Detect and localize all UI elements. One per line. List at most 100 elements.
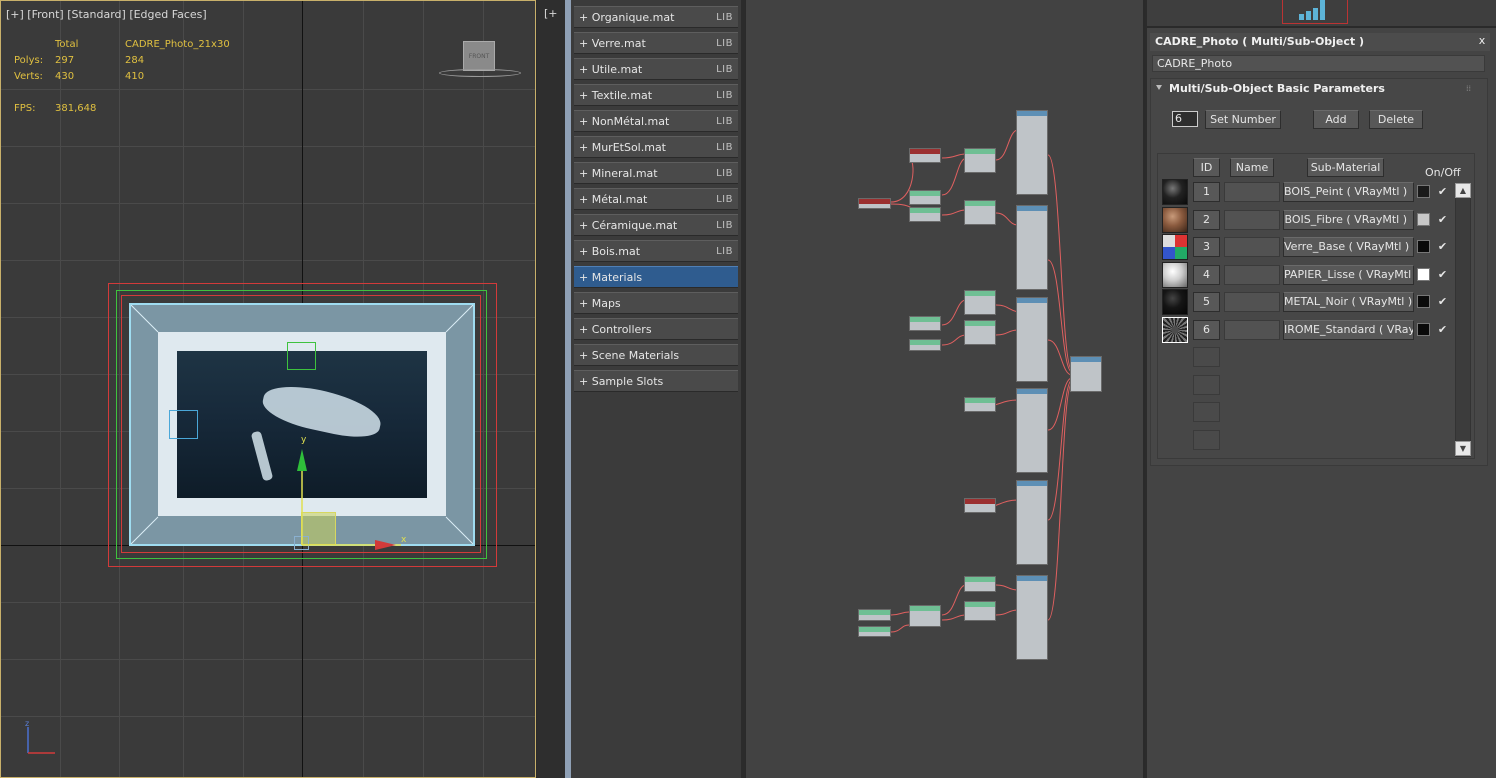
browser-category-sample-slots[interactable]: + Sample Slots [574, 370, 738, 392]
bitmap-node[interactable] [909, 148, 941, 163]
map-node[interactable] [964, 320, 996, 345]
enable-checkbox-3[interactable]: ✔ [1436, 240, 1449, 253]
enable-checkbox-6[interactable]: ✔ [1436, 323, 1449, 336]
browser-category-organique[interactable]: + Organique.mat LIB [574, 6, 738, 28]
sub-material-column-header[interactable]: Sub-Material [1307, 158, 1384, 177]
enable-checkbox-5[interactable]: ✔ [1436, 295, 1449, 308]
enable-checkbox-1[interactable]: ✔ [1436, 185, 1449, 198]
browser-category-verre[interactable]: + Verre.mat LIB [574, 32, 738, 54]
rollout-collapse-icon[interactable] [1156, 85, 1162, 90]
id-button-6[interactable]: 6 [1193, 320, 1220, 340]
bitmap-node[interactable] [909, 316, 941, 331]
bitmap-node[interactable] [909, 339, 941, 351]
bitmap-node[interactable] [858, 626, 891, 637]
id-column-header[interactable]: ID [1193, 158, 1220, 177]
scroll-up-icon[interactable]: ▲ [1455, 183, 1471, 198]
sub-material-button-6[interactable]: IROME_Standard ( VRayMt [1283, 320, 1414, 340]
material-node[interactable] [1016, 575, 1048, 660]
name-field-6[interactable] [1224, 320, 1280, 340]
browser-category-textile[interactable]: + Textile.mat LIB [574, 84, 738, 106]
browser-category-utile[interactable]: + Utile.mat LIB [574, 58, 738, 80]
color-swatch-1[interactable] [1417, 185, 1430, 198]
sub-material-button-4[interactable]: PAPIER_Lisse ( VRayMtl ) [1283, 265, 1414, 285]
viewcube-ring[interactable] [439, 69, 521, 77]
map-node[interactable] [964, 576, 996, 592]
name-field-1[interactable] [1224, 182, 1280, 202]
browser-category-nonmetal[interactable]: + NonMétal.mat LIB [574, 110, 738, 132]
sub-material-button-5[interactable]: METAL_Noir ( VRayMtl ) [1283, 292, 1414, 312]
name-field-2[interactable] [1224, 210, 1280, 230]
scroll-down-icon[interactable]: ▼ [1455, 441, 1471, 456]
browser-category-scene-materials[interactable]: + Scene Materials [574, 344, 738, 366]
add-button[interactable]: Add [1313, 110, 1359, 129]
name-field-5[interactable] [1224, 292, 1280, 312]
material-thumbnail-2[interactable] [1162, 207, 1188, 233]
bitmap-node[interactable] [858, 609, 891, 621]
material-thumbnail-4[interactable] [1162, 262, 1188, 288]
front-viewport[interactable]: [+] [Front] [Standard] [Edged Faces] Tot… [0, 0, 536, 778]
map-node[interactable] [964, 148, 996, 173]
map-node[interactable] [964, 290, 996, 315]
map-node[interactable] [964, 397, 996, 412]
bitmap-node[interactable] [909, 605, 941, 627]
rollout-grip-icon[interactable]: ⁞⁞ [1466, 84, 1474, 93]
browser-category-maps[interactable]: + Maps [574, 292, 738, 314]
viewcube[interactable]: FRONT [463, 41, 495, 71]
material-name-field[interactable]: CADRE_Photo [1152, 55, 1485, 72]
enable-checkbox-4[interactable]: ✔ [1436, 268, 1449, 281]
number-of-materials-input[interactable]: 6 [1172, 111, 1198, 127]
lib-tag: LIB [716, 89, 733, 101]
map-node[interactable] [964, 601, 996, 621]
browser-category-bois[interactable]: + Bois.mat LIB [574, 240, 738, 262]
material-node[interactable] [1016, 388, 1048, 473]
sub-material-scrollbar[interactable] [1455, 183, 1471, 457]
material-thumbnail-6[interactable] [1162, 317, 1188, 343]
close-icon[interactable]: x [1476, 35, 1488, 47]
color-swatch-3[interactable] [1417, 240, 1430, 253]
name-field-4[interactable] [1224, 265, 1280, 285]
browser-category-materials[interactable]: + Materials [574, 266, 738, 288]
navigator-frame[interactable] [1282, 0, 1348, 24]
rollout-title[interactable]: Multi/Sub-Object Basic Parameters [1169, 82, 1385, 95]
color-swatch-4[interactable] [1417, 268, 1430, 281]
move-gizmo-icon[interactable] [291, 431, 421, 551]
id-button-4[interactable]: 4 [1193, 265, 1220, 285]
sub-material-button-2[interactable]: BOIS_Fibre ( VRayMtl ) [1283, 210, 1414, 230]
viewport-divider[interactable] [537, 0, 567, 778]
color-swatch-2[interactable] [1417, 213, 1430, 226]
viewport-label[interactable]: [+] [Front] [Standard] [Edged Faces] [6, 8, 207, 21]
material-node[interactable] [1016, 297, 1048, 382]
map-node[interactable] [964, 200, 996, 225]
sub-material-button-1[interactable]: BOIS_Peint ( VRayMtl ) [1283, 182, 1414, 202]
multi-sub-object-node[interactable] [1070, 356, 1102, 392]
sub-material-button-3[interactable]: Verre_Base ( VRayMtl ) [1283, 237, 1414, 257]
name-field-3[interactable] [1224, 237, 1280, 257]
id-button-2[interactable]: 2 [1193, 210, 1220, 230]
material-thumbnail-3[interactable] [1162, 234, 1188, 260]
color-swatch-5[interactable] [1417, 295, 1430, 308]
browser-category-metal[interactable]: + Métal.mat LIB [574, 188, 738, 210]
id-button-3[interactable]: 3 [1193, 237, 1220, 257]
name-column-header[interactable]: Name [1230, 158, 1274, 177]
color-swatch-6[interactable] [1417, 323, 1430, 336]
id-button-5[interactable]: 5 [1193, 292, 1220, 312]
bitmap-node[interactable] [858, 198, 891, 209]
browser-category-mineral[interactable]: + Mineral.mat LIB [574, 162, 738, 184]
material-thumbnail-1[interactable] [1162, 179, 1188, 205]
bitmap-node[interactable] [909, 207, 941, 222]
browser-category-controllers[interactable]: + Controllers [574, 318, 738, 340]
viewport2-label[interactable]: [+ [544, 7, 558, 20]
slate-node-view[interactable] [745, 0, 1145, 778]
browser-category-muretsol[interactable]: + MurEtSol.mat LIB [574, 136, 738, 158]
bitmap-node[interactable] [909, 190, 941, 205]
delete-button[interactable]: Delete [1369, 110, 1423, 129]
set-number-button[interactable]: Set Number [1205, 110, 1281, 129]
browser-category-ceramique[interactable]: + Céramique.mat LIB [574, 214, 738, 236]
material-thumbnail-5[interactable] [1162, 289, 1188, 315]
material-node[interactable] [1016, 110, 1048, 195]
id-button-1[interactable]: 1 [1193, 182, 1220, 202]
map-node[interactable] [964, 498, 996, 513]
material-node[interactable] [1016, 205, 1048, 290]
enable-checkbox-2[interactable]: ✔ [1436, 213, 1449, 226]
material-node[interactable] [1016, 480, 1048, 565]
